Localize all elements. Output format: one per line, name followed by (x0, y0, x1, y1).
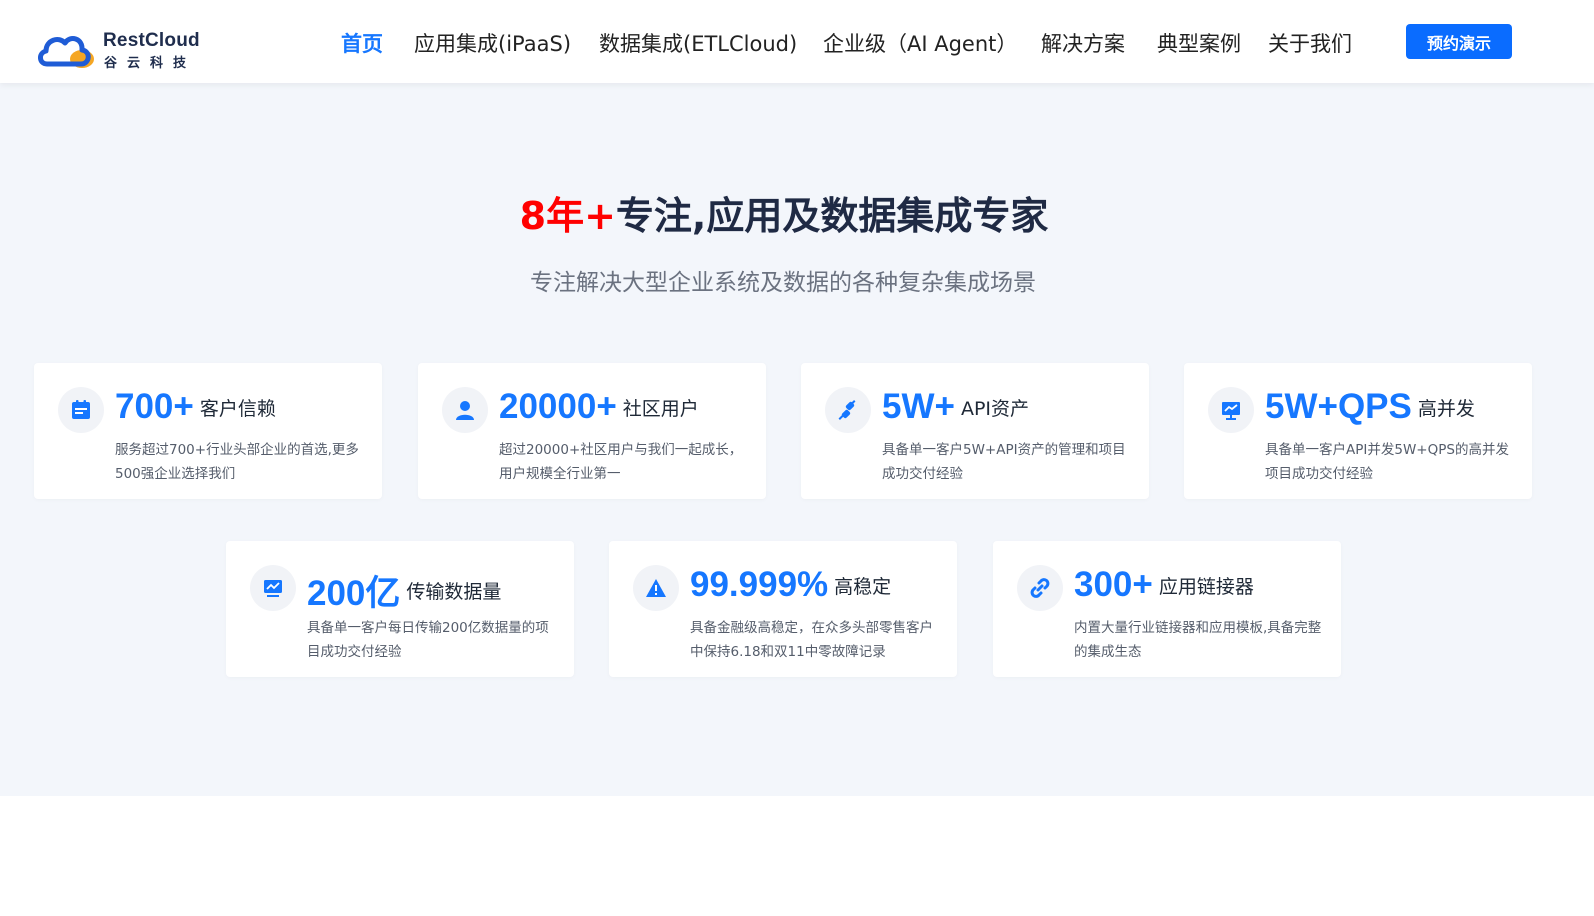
logo[interactable]: RestCloud 谷云科技 (37, 28, 217, 72)
stat-value: 5W+QPS (1265, 387, 1412, 426)
stat-label: 高稳定 (834, 575, 892, 598)
stat-description: 具备金融级高稳定，在众多头部零售客户中保持6.18和双11中零故障记录 (690, 620, 933, 660)
stat-description: 超过20000+社区用户与我们一起成长，用户规模全行业第一 (499, 442, 743, 482)
stat-metric: 700+ 客户信赖 (115, 387, 276, 427)
stat-value: 200亿 (307, 574, 401, 613)
headline-accent: 8年+ (519, 194, 616, 238)
stat-card-community: 20000+ 社区用户 超过20000+社区用户与我们一起成长，用户规模全行业第一 (418, 363, 766, 499)
stat-card-qps: 5W+QPS 高并发 具备单一客户API并发5W+QPS的高并发项目成功交付经验 (1184, 363, 1532, 499)
hero-headline: 8年+专注,应用及数据集成专家 (0, 185, 1568, 240)
headline-text: 专注,应用及数据集成专家 (615, 194, 1049, 238)
stat-value: 20000+ (499, 387, 617, 426)
stat-metric: 5W+ API资产 (882, 387, 1029, 427)
nav-item-cases[interactable]: 典型案例 (1157, 28, 1241, 58)
stats-section: 8年+专注,应用及数据集成专家 专注解决大型企业系统及数据的各种复杂集成场景 7… (0, 83, 1594, 796)
stat-metric: 5W+QPS 高并发 (1265, 387, 1475, 427)
stat-card-connectors: 300+ 应用链接器 内置大量行业链接器和应用模板,具备完整的集成生态 (993, 541, 1341, 677)
nav-item-home[interactable]: 首页 (341, 28, 383, 58)
nav-item-ai-agent[interactable]: 企业级（AI Agent） (823, 28, 1017, 58)
stat-card-api-assets: 5W+ API资产 具备单一客户5W+API资产的管理和项目成功交付经验 (801, 363, 1149, 499)
stat-label: 高并发 (1417, 397, 1475, 420)
stat-card-stability: 99.999% 高稳定 具备金融级高稳定，在众多头部零售客户中保持6.18和双11… (609, 541, 957, 677)
nav-item-ipaas[interactable]: 应用集成(iPaaS) (414, 28, 571, 58)
stat-metric: 99.999% 高稳定 (690, 565, 891, 605)
stat-card-customers: 700+ 客户信赖 服务超过700+行业头部企业的首选,更多500强企业选择我们 (34, 363, 382, 499)
link-icon (1017, 565, 1063, 611)
logo-wordmark: RestCloud (103, 30, 200, 51)
stat-label: 客户信赖 (199, 397, 276, 420)
stat-value: 5W+ (882, 387, 955, 426)
stat-description: 内置大量行业链接器和应用模板,具备完整的集成生态 (1074, 620, 1322, 660)
stat-label: 传输数据量 (406, 581, 502, 603)
logo-subtitle: 谷云科技 (104, 56, 197, 71)
nav-item-etlcloud[interactable]: 数据集成(ETLCloud) (599, 28, 797, 58)
monitor-chart-icon (250, 565, 296, 611)
page-background-bottom (0, 796, 1594, 916)
stat-value: 99.999% (690, 565, 829, 604)
stat-description: 具备单一客户每日传输200亿数据量的项目成功交付经验 (307, 620, 549, 660)
stat-description: 具备单一客户5W+API资产的管理和项目成功交付经验 (882, 442, 1126, 482)
stat-value: 700+ (115, 387, 194, 426)
user-icon (442, 387, 488, 433)
presentation-icon (1208, 387, 1254, 433)
stat-label: API资产 (960, 397, 1030, 420)
calendar-icon (58, 387, 104, 433)
stat-label: 社区用户 (622, 397, 699, 420)
hero-subheadline: 专注解决大型企业系统及数据的各种复杂集成场景 (530, 270, 1036, 296)
stat-metric: 200亿 传输数据量 (307, 565, 501, 616)
nav-item-solutions[interactable]: 解决方案 (1041, 28, 1125, 58)
stat-card-data-volume: 200亿 传输数据量 具备单一客户每日传输200亿数据量的项目成功交付经验 (226, 541, 574, 677)
stat-description: 服务超过700+行业头部企业的首选,更多500强企业选择我们 (115, 442, 359, 482)
plug-icon (825, 387, 871, 433)
top-navbar: RestCloud 谷云科技 首页 应用集成(iPaaS) 数据集成(ETLCl… (0, 0, 1594, 83)
nav-item-about[interactable]: 关于我们 (1268, 28, 1352, 58)
stat-metric: 300+ 应用链接器 (1074, 565, 1254, 605)
stat-description: 具备单一客户API并发5W+QPS的高并发项目成功交付经验 (1265, 442, 1509, 482)
stat-label: 应用链接器 (1158, 575, 1254, 598)
stat-metric: 20000+ 社区用户 (499, 387, 699, 427)
stat-value: 300+ (1074, 565, 1153, 604)
book-demo-button[interactable]: 预约演示 (1406, 24, 1512, 59)
cloud-logo-icon (38, 36, 94, 68)
warning-icon (633, 565, 679, 611)
